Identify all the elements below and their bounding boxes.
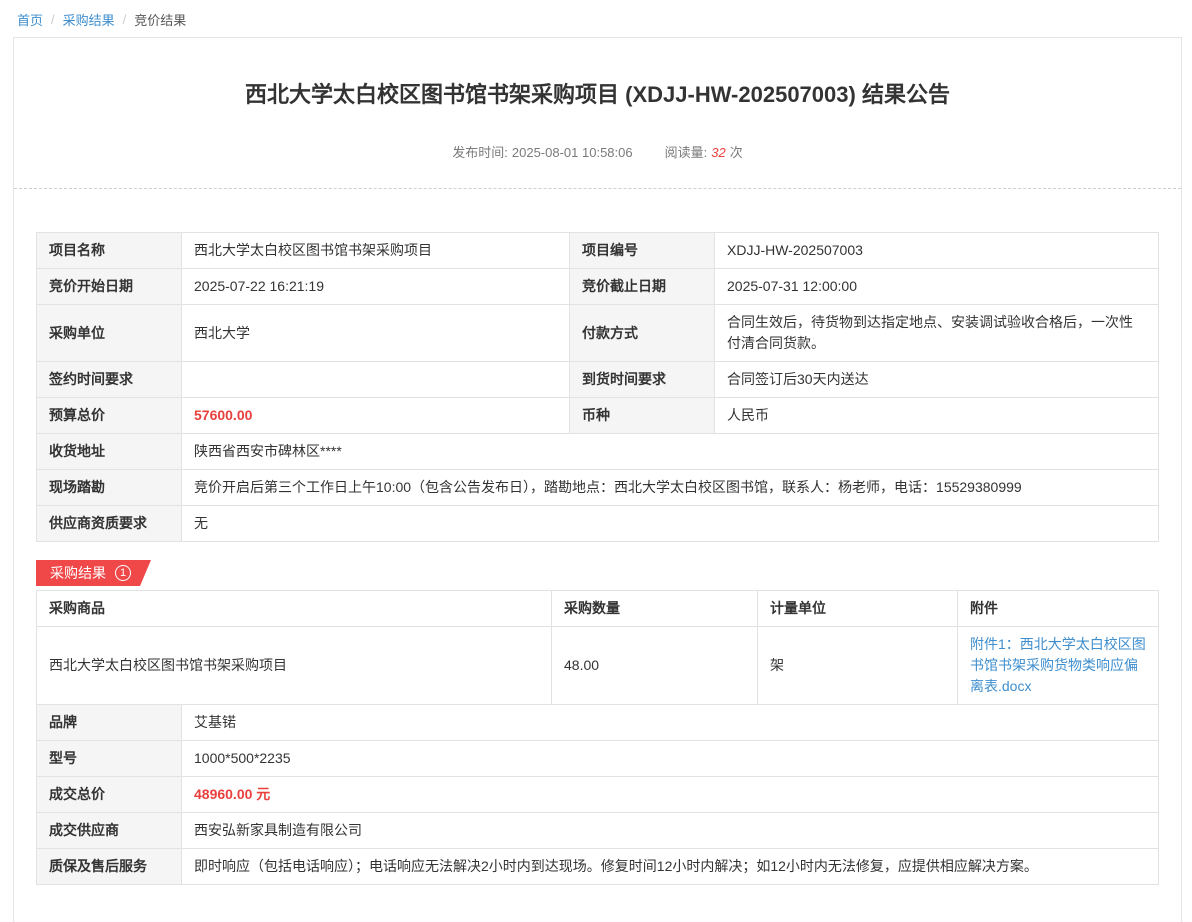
attachment-cell: 附件1：西北大学太白校区图书馆书架采购货物类响应偏离表.docx (958, 627, 1159, 705)
announcement-content: 项目名称 西北大学太白校区图书馆书架采购项目 项目编号 XDJJ-HW-2025… (14, 232, 1181, 885)
breadcrumb-current-bidding-results: 竞价结果 (134, 10, 186, 29)
table-row: 预算总价 57600.00 币种 人民币 (37, 398, 1159, 434)
info-value-cell: 竞价开启后第三个工作日上午10:00（包含公告发布日），踏勘地点：西北大学太白校… (182, 470, 1159, 506)
attachment-link[interactable]: 附件1：西北大学太白校区图书馆书架采购货物类响应偏离表.docx (970, 634, 1146, 697)
info-value-cell: 无 (182, 506, 1159, 542)
info-label-cell: 签约时间要求 (37, 362, 182, 398)
table-row: 成交总价 48960.00 元 (37, 777, 1159, 813)
info-value-cell: 西北大学太白校区图书馆书架采购项目 (182, 233, 570, 269)
budget-total-value: 57600.00 (182, 398, 570, 434)
info-value-cell: 陕西省西安市碑林区**** (182, 434, 1159, 470)
announcement-header: 西北大学太白校区图书馆书架采购项目 (XDJJ-HW-202507003) 结果… (14, 38, 1181, 161)
detail-label-cell: 质保及售后服务 (37, 849, 182, 885)
result-badge-row: 采购结果 1 (36, 560, 1159, 586)
breadcrumb-home-link[interactable]: 首页 (17, 10, 43, 29)
table-row: 签约时间要求 到货时间要求 合同签订后30天内送达 (37, 362, 1159, 398)
info-label-cell: 现场踏勘 (37, 470, 182, 506)
column-header-attachment: 附件 (958, 591, 1159, 627)
quantity-cell: 48.00 (552, 627, 758, 705)
breadcrumb-procurement-results-link[interactable]: 采购结果 (63, 10, 115, 29)
table-row: 收货地址 陕西省西安市碑林区**** (37, 434, 1159, 470)
column-header-product: 采购商品 (37, 591, 552, 627)
project-info-table: 项目名称 西北大学太白校区图书馆书架采购项目 项目编号 XDJJ-HW-2025… (36, 232, 1159, 542)
detail-label-cell: 成交供应商 (37, 813, 182, 849)
table-row: 供应商资质要求 无 (37, 506, 1159, 542)
table-row: 现场踏勘 竞价开启后第三个工作日上午10:00（包含公告发布日），踏勘地点：西北… (37, 470, 1159, 506)
detail-label-cell: 型号 (37, 741, 182, 777)
procurement-result-badge: 采购结果 1 (36, 560, 151, 586)
warranty-value-cell: 即时响应（包括电话响应）；电话响应无法解决2小时内到达现场。修复时间12小时内解… (182, 849, 1159, 885)
model-value-cell: 1000*500*2235 (182, 741, 1159, 777)
views-label: 阅读量: (665, 145, 708, 160)
table-row: 成交供应商 西安弘新家具制造有限公司 (37, 813, 1159, 849)
info-label-cell: 竞价截止日期 (570, 269, 715, 305)
award-detail-table: 品牌 艾基锘 型号 1000*500*2235 成交总价 48960.00 元 … (36, 704, 1159, 885)
table-row: 竞价开始日期 2025-07-22 16:21:19 竞价截止日期 2025-0… (37, 269, 1159, 305)
result-badge-label: 采购结果 (50, 563, 106, 583)
table-row: 采购单位 西北大学 付款方式 合同生效后，待货物到达指定地点、安装调试验收合格后… (37, 305, 1159, 362)
info-label-cell: 到货时间要求 (570, 362, 715, 398)
detail-label-cell: 品牌 (37, 705, 182, 741)
info-label-cell: 收货地址 (37, 434, 182, 470)
publish-time-value: 2025-08-01 10:58:06 (512, 145, 633, 160)
table-row: 品牌 艾基锘 (37, 705, 1159, 741)
dashed-divider (14, 188, 1181, 189)
info-value-cell: XDJJ-HW-202507003 (715, 233, 1159, 269)
supplier-value-cell: 西安弘新家具制造有限公司 (182, 813, 1159, 849)
info-value-cell: 2025-07-31 12:00:00 (715, 269, 1159, 305)
info-label-cell: 供应商资质要求 (37, 506, 182, 542)
column-header-quantity: 采购数量 (552, 591, 758, 627)
info-value-cell: 合同生效后，待货物到达指定地点、安装调试验收合格后，一次性付清合同货款。 (715, 305, 1159, 362)
brand-value-cell: 艾基锘 (182, 705, 1159, 741)
views-unit: 次 (730, 145, 743, 160)
info-label-cell: 预算总价 (37, 398, 182, 434)
announcement-card: 西北大学太白校区图书馆书架采购项目 (XDJJ-HW-202507003) 结果… (13, 37, 1182, 922)
procurement-result-table: 采购商品 采购数量 计量单位 附件 西北大学太白校区图书馆书架采购项目 48.0… (36, 590, 1159, 705)
result-count-badge: 1 (115, 565, 131, 581)
info-label-cell: 项目名称 (37, 233, 182, 269)
info-label-cell: 竞价开始日期 (37, 269, 182, 305)
views-count: 32 (711, 145, 725, 160)
page-title: 西北大学太白校区图书馆书架采购项目 (XDJJ-HW-202507003) 结果… (14, 80, 1181, 110)
table-header-row: 采购商品 采购数量 计量单位 附件 (37, 591, 1159, 627)
info-value-cell: 西北大学 (182, 305, 570, 362)
product-name-cell: 西北大学太白校区图书馆书架采购项目 (37, 627, 552, 705)
table-row: 质保及售后服务 即时响应（包括电话响应）；电话响应无法解决2小时内到达现场。修复… (37, 849, 1159, 885)
breadcrumb: 首页 / 采购结果 / 竞价结果 (0, 0, 1192, 37)
table-row: 型号 1000*500*2235 (37, 741, 1159, 777)
breadcrumb-separator: / (51, 12, 55, 27)
award-total-price-cell: 48960.00 元 (182, 777, 1159, 813)
breadcrumb-separator: / (123, 12, 127, 27)
table-row: 项目名称 西北大学太白校区图书馆书架采购项目 项目编号 XDJJ-HW-2025… (37, 233, 1159, 269)
detail-label-cell: 成交总价 (37, 777, 182, 813)
table-row: 西北大学太白校区图书馆书架采购项目 48.00 架 附件1：西北大学太白校区图书… (37, 627, 1159, 705)
info-value-cell (182, 362, 570, 398)
publish-time-label: 发布时间: (452, 145, 508, 160)
column-header-unit: 计量单位 (758, 591, 958, 627)
info-label-cell: 采购单位 (37, 305, 182, 362)
unit-cell: 架 (758, 627, 958, 705)
info-value-cell: 2025-07-22 16:21:19 (182, 269, 570, 305)
info-label-cell: 付款方式 (570, 305, 715, 362)
info-label-cell: 项目编号 (570, 233, 715, 269)
info-value-cell: 人民币 (715, 398, 1159, 434)
announcement-meta: 发布时间: 2025-08-01 10:58:06 阅读量:32 次 (14, 142, 1181, 161)
info-value-cell: 合同签订后30天内送达 (715, 362, 1159, 398)
info-label-cell: 币种 (570, 398, 715, 434)
